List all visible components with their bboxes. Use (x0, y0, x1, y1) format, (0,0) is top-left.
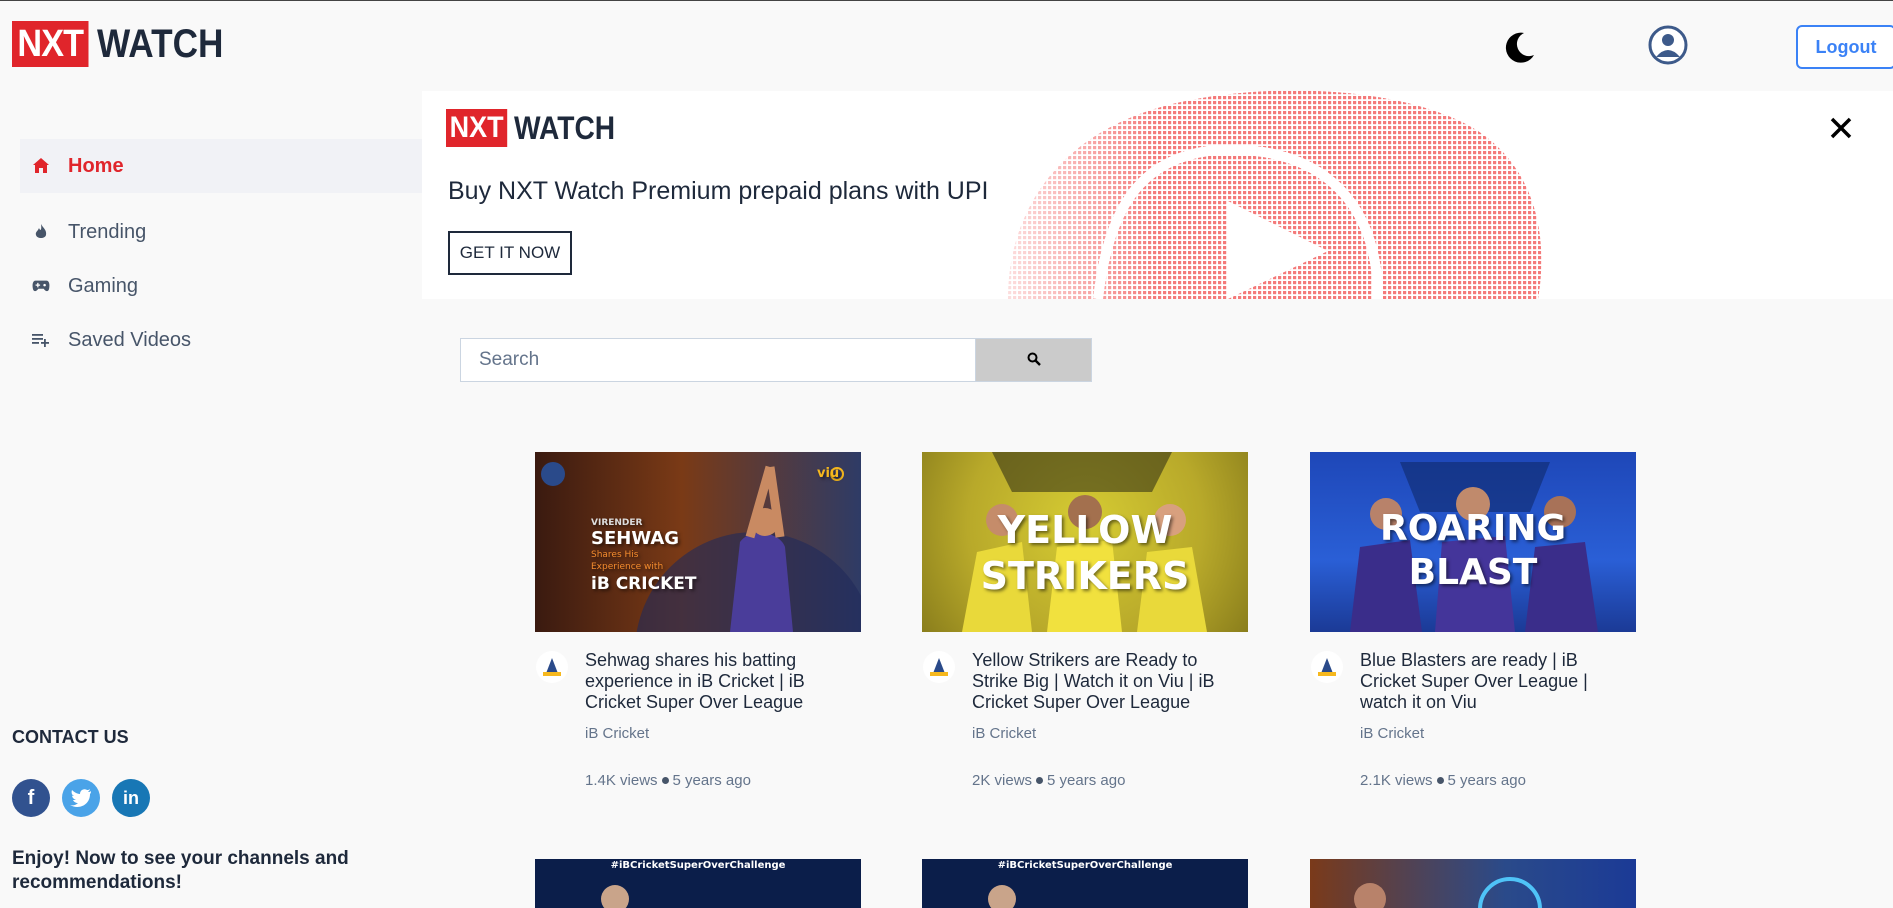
twitter-icon[interactable] (62, 779, 100, 817)
search-button[interactable] (976, 338, 1092, 382)
profile-avatar-icon[interactable] (1648, 25, 1688, 65)
contact-us-heading: CONTACT US (12, 727, 129, 747)
banner-logo: NXT WATCH (446, 109, 629, 147)
video-thumbnail[interactable]: #iBCricketSuperOverChallenge (922, 859, 1248, 908)
player-figure (988, 885, 1016, 908)
video-views: 1.4K views (585, 772, 658, 789)
thumb-line: Shares His (591, 550, 639, 560)
sidebar-item-label: Home (68, 154, 124, 177)
logo-prefix: NXT (12, 21, 89, 67)
home-icon (32, 157, 50, 175)
video-info: Yellow Strikers are Ready to Strike Big … (922, 650, 1248, 713)
top-header: NXT WATCH Logout (0, 1, 1893, 91)
video-meta: 2K views 5 years ago (972, 772, 1248, 789)
play-button-art-icon (978, 91, 1578, 299)
channel-logo-icon (923, 651, 955, 683)
fire-icon (32, 223, 50, 241)
sidebar-item-home[interactable]: Home (20, 139, 422, 193)
video-thumbnail[interactable] (1310, 859, 1636, 908)
social-links: f in (12, 779, 150, 817)
video-info: Blue Blasters are ready | iB Cricket Sup… (1310, 650, 1636, 713)
close-icon[interactable] (1826, 113, 1856, 143)
sidebar-item-label: Trending (68, 220, 147, 243)
thumb-line: STRIKERS (980, 554, 1190, 598)
video-meta: 2.1K views 5 years ago (1360, 772, 1636, 789)
sidebar-item-trending[interactable]: Trending (20, 205, 422, 259)
separator-dot (1036, 777, 1044, 784)
video-published: 5 years ago (672, 772, 751, 789)
video-thumbnail[interactable]: YELLOW STRIKERS (922, 452, 1248, 632)
separator-dot (1436, 777, 1444, 784)
video-views: 2.1K views (1360, 772, 1433, 789)
thumb-line: iB CRICKET (591, 574, 697, 594)
thumb-line: YELLOW (997, 508, 1173, 552)
video-meta: 1.4K views 5 years ago (585, 772, 861, 789)
facebook-icon[interactable]: f (12, 779, 50, 817)
thumb-line: SEHWAG (591, 528, 680, 549)
video-published: 5 years ago (1047, 772, 1126, 789)
video-info: Sehwag shares his batting experience in … (535, 650, 861, 713)
video-title[interactable]: Sehwag shares his batting experience in … (585, 650, 861, 713)
banner-logo-suffix: WATCH (514, 110, 616, 146)
search-icon (1027, 352, 1041, 369)
batsman-figure (541, 462, 861, 632)
video-card[interactable]: VIRENDER SEHWAG Shares His Experience wi… (535, 452, 861, 789)
banner-text: Buy NXT Watch Premium prepaid plans with… (448, 177, 989, 205)
channel-logo-icon (1311, 651, 1343, 683)
search-bar (460, 338, 1092, 382)
linkedin-icon[interactable]: in (112, 779, 150, 817)
video-thumbnail[interactable]: ROARING BLAST (1310, 452, 1636, 632)
search-input[interactable] (460, 338, 976, 382)
video-channel: iB Cricket (972, 725, 1037, 742)
video-thumbnail[interactable]: VIRENDER SEHWAG Shares His Experience wi… (535, 452, 861, 632)
dark-mode-toggle-moon-icon[interactable] (1500, 27, 1540, 67)
sidebar: Home Trending Gaming Saved Videos CONTAC… (0, 91, 422, 908)
separator-dot (661, 777, 669, 784)
logo-suffix: WATCH (97, 22, 224, 66)
premium-banner: NXT WATCH Buy NXT Watch Premium prepaid … (422, 91, 1893, 299)
thumb-line: viu (817, 466, 840, 481)
video-published: 5 years ago (1447, 772, 1526, 789)
player-figure (601, 885, 629, 908)
video-views: 2K views (972, 772, 1033, 789)
logout-button[interactable]: Logout (1796, 25, 1893, 69)
enjoy-message: Enjoy! Now to see your channels and reco… (12, 848, 349, 893)
nxt-watch-logo[interactable]: NXT WATCH (12, 21, 241, 67)
video-thumbnail[interactable]: #iBCricketSuperOverChallenge (535, 859, 861, 908)
video-title[interactable]: Yellow Strikers are Ready to Strike Big … (972, 650, 1248, 713)
sidebar-item-saved-videos[interactable]: Saved Videos (20, 313, 422, 367)
thumb-line: BLAST (1408, 552, 1538, 593)
video-card[interactable]: #iBCricketSuperOverChallenge (535, 859, 861, 908)
gamepad-icon (32, 277, 50, 295)
playlist-add-icon (32, 331, 50, 349)
thumb-line: ROARING (1379, 508, 1566, 549)
video-card[interactable]: #iBCricketSuperOverChallenge (922, 859, 1248, 908)
video-title[interactable]: Blue Blasters are ready | iB Cricket Sup… (1360, 650, 1636, 713)
channel-logo-icon (536, 651, 568, 683)
thumb-line: VIRENDER (591, 518, 643, 528)
sidebar-item-label: Saved Videos (68, 328, 192, 351)
video-card[interactable] (1310, 859, 1636, 908)
video-channel: iB Cricket (585, 725, 650, 742)
video-card[interactable]: YELLOW STRIKERS Yellow Strikers are Read… (922, 452, 1248, 789)
video-channel: iB Cricket (1360, 725, 1425, 742)
banner-logo-prefix: NXT (446, 109, 508, 147)
sidebar-item-label: Gaming (68, 274, 139, 297)
video-card[interactable]: ROARING BLAST Blue Blasters are ready | … (1310, 452, 1636, 789)
player-figure (1354, 877, 1542, 908)
get-it-now-button[interactable]: GET IT NOW (448, 231, 572, 275)
thumb-line: Experience with (591, 562, 664, 572)
sidebar-item-gaming[interactable]: Gaming (20, 259, 422, 313)
